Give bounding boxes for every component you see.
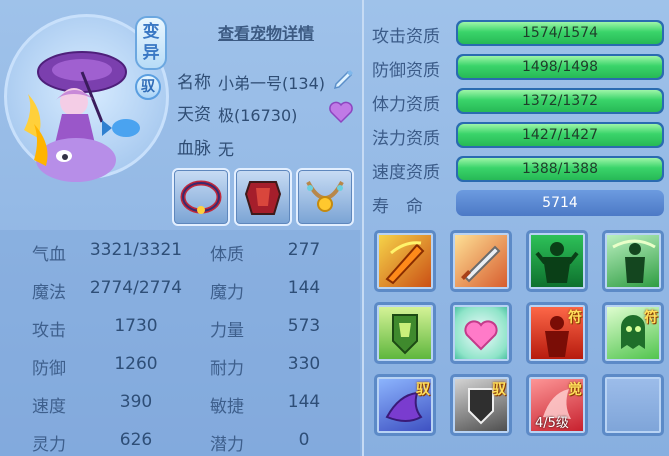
stat-label-hp: 气血 — [32, 245, 66, 265]
view-pet-detail-link[interactable]: 查看宠物详情 — [218, 20, 314, 44]
apt-bar-physique: 1372/1372 — [456, 88, 664, 114]
stat-label-strength: 力量 — [210, 321, 244, 341]
collar-icon — [180, 180, 222, 214]
equip-slot-collar[interactable] — [172, 168, 230, 226]
apt-label-magic: 法力资质 — [372, 129, 440, 149]
stat-label-endurance: 耐力 — [210, 359, 244, 379]
bloodline-value: 无 — [218, 140, 235, 159]
tame-tag: 驭 — [492, 382, 506, 398]
necklace-icon — [306, 181, 344, 212]
awaken-tag: 觉 — [568, 382, 582, 398]
skill-slot-empty[interactable] — [602, 374, 664, 436]
aptitude-label: 天资 — [177, 105, 211, 125]
equip-slot-necklace[interactable] — [296, 168, 354, 226]
skill-slot-1[interactable] — [374, 230, 436, 292]
skill-slot-10[interactable]: 驭 — [450, 374, 512, 436]
stat-value-hp: 3321/3321 — [89, 240, 183, 260]
skill-slot-8[interactable]: 符 — [602, 302, 664, 364]
apt-bar-defense: 1498/1498 — [456, 54, 664, 80]
stat-label-defense: 防御 — [32, 359, 66, 379]
skill-slot-6[interactable] — [450, 302, 512, 364]
heart-skill-icon — [464, 320, 498, 351]
heart-icon[interactable] — [328, 100, 354, 124]
apt-label-physique: 体力资质 — [372, 95, 440, 115]
fire-blade-icon — [385, 241, 425, 285]
stat-value-mp: 2774/2774 — [89, 278, 183, 298]
apt-bar-magic: 1427/1427 — [456, 122, 664, 148]
life-label: 寿 命 — [372, 197, 423, 217]
equip-slot-armor[interactable] — [234, 168, 292, 226]
stat-value-attack: 1730 — [114, 316, 158, 336]
stat-label-attack: 攻击 — [32, 321, 66, 341]
skill-slot-9[interactable]: 驭 — [374, 374, 436, 436]
armor-icon — [244, 181, 282, 215]
stats-panel: 气血 3321/3321 体质 277 魔法 2774/2774 魔力 144 … — [0, 230, 360, 456]
apt-value-magic: 1427/1427 — [522, 127, 598, 143]
talisman-tag: 符 — [644, 310, 658, 326]
apt-label-attack: 攻击资质 — [372, 27, 440, 47]
tame-tag: 驭 — [416, 382, 430, 398]
life-value: 5714 — [456, 190, 664, 216]
skill-slot-7[interactable]: 符 — [526, 302, 588, 364]
pet-portrait[interactable]: 变异 驭 — [4, 10, 172, 220]
edit-name-icon[interactable] — [330, 64, 356, 90]
skill-slot-11[interactable]: 觉 4/5级 — [526, 374, 588, 436]
skill-slot-3[interactable] — [526, 230, 588, 292]
name-label: 名称 — [177, 73, 211, 93]
stat-value-spirit: 626 — [119, 430, 153, 450]
skill-slot-5[interactable] — [374, 302, 436, 364]
apt-bar-speed: 1388/1388 — [456, 156, 664, 182]
pet-name-value: 小弟一号(134) — [218, 74, 326, 93]
aptitude-value: 极(16730) — [218, 106, 298, 125]
panel-divider — [362, 0, 364, 456]
variant-badge: 变异 — [135, 16, 167, 70]
apt-label-speed: 速度资质 — [372, 163, 440, 183]
stat-value-potential: 0 — [298, 430, 310, 450]
shield-banner-icon — [392, 314, 418, 355]
skill-slot-2[interactable] — [450, 230, 512, 292]
apt-value-attack: 1574/1574 — [522, 25, 598, 41]
stat-value-magic: 144 — [287, 278, 321, 298]
apt-value-defense: 1498/1498 — [522, 59, 598, 75]
stat-label-speed: 速度 — [32, 397, 66, 417]
stat-label-agility: 敏捷 — [210, 397, 244, 417]
stat-value-constitution: 277 — [287, 240, 321, 260]
bloodline-label: 血脉 — [177, 139, 211, 159]
talisman-tag: 符 — [568, 310, 582, 326]
stat-value-speed: 390 — [119, 392, 153, 412]
pet-panel: 变异 驭 查看宠物详情 名称 小弟一号(134) 天资 极(16730) 血脉 … — [0, 0, 669, 456]
stat-value-defense: 1260 — [114, 354, 158, 374]
stat-value-endurance: 330 — [287, 354, 321, 374]
stat-label-spirit: 灵力 — [32, 435, 66, 455]
stat-label-mp: 魔法 — [32, 283, 66, 303]
stat-label-magic: 魔力 — [210, 283, 244, 303]
stat-label-potential: 潜力 — [210, 435, 244, 455]
apt-bar-attack: 1574/1574 — [456, 20, 664, 46]
knight-shadow-icon — [612, 239, 656, 283]
stat-label-constitution: 体质 — [210, 245, 244, 265]
skill-slot-4[interactable] — [602, 230, 664, 292]
tame-badge: 驭 — [135, 74, 161, 100]
stat-value-agility: 144 — [287, 392, 321, 412]
green-warrior-icon — [535, 242, 579, 283]
sword-icon — [461, 245, 501, 283]
skill-level-text: 4/5级 — [535, 416, 569, 431]
apt-value-speed: 1388/1388 — [522, 161, 598, 177]
stat-value-strength: 573 — [287, 316, 321, 336]
apt-label-defense: 防御资质 — [372, 61, 440, 81]
apt-value-physique: 1372/1372 — [522, 93, 598, 109]
